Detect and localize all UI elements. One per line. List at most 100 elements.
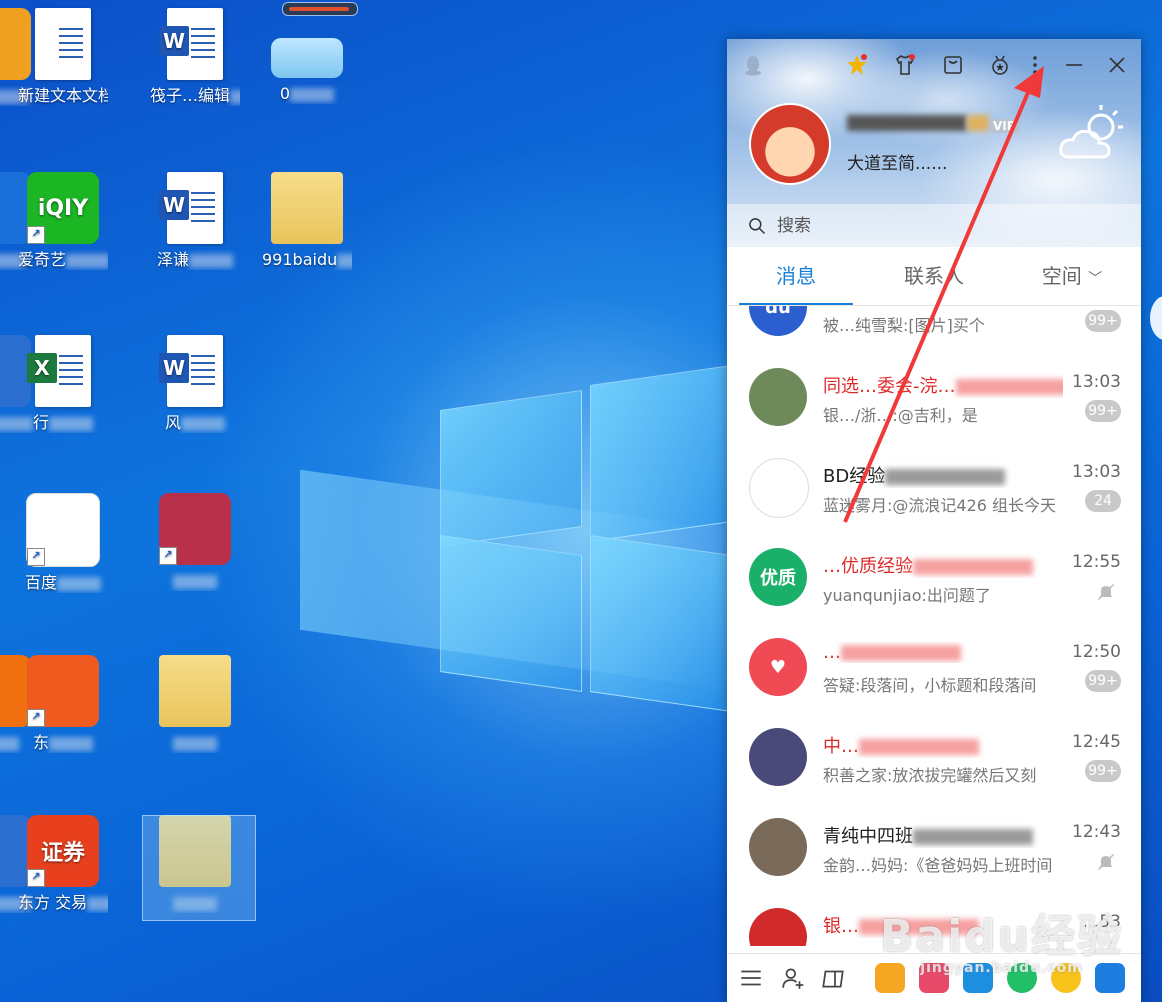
conversation-time: 12:50 bbox=[1072, 642, 1121, 662]
conversation-row[interactable]: 中… 12:45 积善之家:放浓拔完罐然后又刻 99+ bbox=[727, 716, 1141, 806]
conversation-row[interactable]: ♥ … 12:50 答疑:段落间，小标题和段落间 99+ bbox=[727, 626, 1141, 716]
conversation-row[interactable]: 青纯中四班 12:43 金韵…妈妈:《爸爸妈妈上班时间 bbox=[727, 806, 1141, 896]
user-avatar[interactable] bbox=[749, 103, 831, 185]
conversation-row[interactable]: BD经验 13:03 蓝迷雾月:@流浪记426 组长今天 24 bbox=[727, 446, 1141, 536]
desktop-icon-label: 行 bbox=[18, 413, 108, 433]
desktop-icon-dongfang[interactable]: ↗ 东 bbox=[18, 655, 108, 753]
desktop-icon-word-doc-2[interactable]: W 泽谦 bbox=[150, 172, 240, 270]
app-box-icon[interactable] bbox=[817, 960, 853, 996]
conversation-row[interactable]: 同选…委会-浣… 13:03 银…/浙…:@吉利，是 99+ bbox=[727, 356, 1141, 446]
search-icon bbox=[749, 217, 766, 234]
wallet-icon[interactable] bbox=[938, 51, 968, 79]
desktop-icon-baidu-netdisk[interactable]: ↗ 百度 bbox=[18, 493, 108, 593]
conversation-time: 12:43 bbox=[1072, 822, 1121, 842]
more-vertical-icon[interactable] bbox=[1023, 51, 1047, 79]
desktop-icon-word-doc-1[interactable]: W 筏子…编辑 bbox=[150, 8, 240, 106]
desktop-icon-image-file[interactable]: 0 bbox=[262, 8, 352, 104]
conversation-preview: 被…纯雪梨:[图片]买个 bbox=[823, 316, 985, 335]
close-icon[interactable] bbox=[1102, 51, 1132, 79]
muted-bell-icon bbox=[1095, 582, 1117, 602]
desktop-icon-label: 筏子…编辑 bbox=[150, 86, 240, 106]
unread-badge: 99+ bbox=[1085, 670, 1121, 692]
search-input[interactable] bbox=[775, 214, 1079, 237]
unread-badge: 24 bbox=[1085, 490, 1121, 512]
unread-badge: 99+ bbox=[1085, 760, 1121, 782]
user-nickname bbox=[847, 109, 989, 133]
conversation-avatar bbox=[749, 368, 807, 426]
new-text-doc-icon bbox=[35, 8, 91, 80]
conversation-time: 12:45 bbox=[1072, 732, 1121, 752]
user-signature[interactable]: 大道至简...... bbox=[847, 149, 947, 174]
conversation-time: 13:03 bbox=[1072, 462, 1121, 482]
desktop-icon-folder-baidu[interactable]: 991baidu bbox=[262, 172, 352, 270]
unread-badge: 99+ bbox=[1085, 310, 1121, 332]
conversation-avatar: 优质 bbox=[749, 548, 807, 606]
iqiyi-icon: iQIY ↗ bbox=[27, 172, 99, 244]
add-friend-icon[interactable] bbox=[775, 960, 811, 996]
qq-header: VIP 大道至简...... bbox=[727, 39, 1141, 247]
folder-2-icon bbox=[159, 655, 231, 727]
conversation-preview: yuanqunjiao:出问题了 bbox=[823, 586, 991, 605]
desktop-icon-label: 爱奇艺 bbox=[18, 250, 108, 270]
desktop-icon-new-text-doc[interactable]: 新建文本文档 (2) bbox=[18, 8, 108, 106]
desktop-icon-word-doc-3[interactable]: W风 bbox=[150, 335, 240, 433]
desktop-icon-label: 新建文本文档 (2) bbox=[18, 86, 108, 106]
conversation-name: …优质经验 bbox=[823, 552, 1063, 578]
tab-messages[interactable]: 消息 bbox=[727, 247, 865, 305]
word-doc-1-icon: W bbox=[159, 8, 223, 80]
desktop-icon-label: 风 bbox=[150, 413, 240, 433]
folder-baidu-icon bbox=[271, 172, 343, 244]
side-floating-bubble bbox=[1150, 296, 1162, 340]
tab-contacts[interactable]: 联系人 bbox=[865, 247, 1003, 305]
conversation-preview: 积善之家:放浓拔完罐然后又刻 bbox=[823, 766, 1037, 785]
conversation-time: 13:03 bbox=[1072, 372, 1121, 392]
desktop-icon-winrar[interactable]: ↗ bbox=[150, 493, 240, 591]
conversation-avatar bbox=[749, 458, 809, 518]
conversation-avatar bbox=[749, 908, 807, 946]
conversation-preview: 银…/浙…:@吉利，是 bbox=[823, 406, 978, 425]
tab-qzone[interactable]: 空间 ﹀ bbox=[1003, 247, 1141, 305]
desktop-icon-label: 991baidu bbox=[262, 250, 352, 270]
desktop-icon-label: 百度 bbox=[18, 573, 108, 593]
minimize-icon[interactable] bbox=[1059, 51, 1089, 79]
hamburger-icon[interactable] bbox=[733, 960, 769, 996]
winrar-icon: ↗ bbox=[159, 493, 231, 565]
conversation-row[interactable]: du 被…纯雪梨:[图片]买个 99+ bbox=[727, 306, 1141, 356]
excel-doc-icon: X bbox=[27, 335, 91, 407]
word-doc-2-icon: W bbox=[159, 172, 223, 244]
chevron-down-icon: ﹀ bbox=[1088, 271, 1103, 287]
conversation-name: 青纯中四班 bbox=[823, 822, 1063, 848]
zone-badge-icon[interactable] bbox=[842, 51, 872, 79]
weather-icon[interactable] bbox=[1055, 101, 1129, 167]
qq-tabs: 消息 联系人 空间 ﹀ bbox=[727, 247, 1141, 306]
desktop-icon-label: 泽谦 bbox=[150, 250, 240, 270]
qq-main-panel: VIP 大道至简...... 消息 联系人 空间 ﹀ du 被…纯雪梨:[图片]买… bbox=[727, 39, 1141, 1002]
conversation-time: 12:55 bbox=[1072, 552, 1121, 572]
conversation-avatar bbox=[749, 728, 807, 786]
conversation-name: … bbox=[823, 642, 1063, 663]
desktop-icon-excel-doc[interactable]: X行 bbox=[18, 335, 108, 433]
conversation-preview: 蓝迷雾月:@流浪记426 组长今天 bbox=[823, 496, 1057, 515]
shirt-icon[interactable] bbox=[890, 51, 920, 79]
dongfang-icon: ↗ bbox=[27, 655, 99, 727]
unread-badge: 99+ bbox=[1085, 400, 1121, 422]
muted-bell-icon bbox=[1095, 852, 1117, 872]
conversation-avatar: ♥ bbox=[749, 638, 807, 696]
search-bar[interactable] bbox=[727, 204, 1141, 247]
conversation-list[interactable]: du 被…纯雪梨:[图片]买个 99+ 同选…委会-浣… 13:03 银…/浙…:@吉利，… bbox=[727, 306, 1141, 946]
qq-penguin-icon bbox=[739, 51, 767, 79]
conversation-preview: 答疑:段落间，小标题和段落间 bbox=[823, 676, 1037, 695]
word-doc-3-icon: W bbox=[159, 335, 223, 407]
medal-icon[interactable] bbox=[985, 51, 1015, 79]
desktop-icon-label: 东 bbox=[18, 733, 108, 753]
conversation-row[interactable]: 优质 …优质经验 12:55 yuanqunjiao:出问题了 bbox=[727, 536, 1141, 626]
image-file-icon bbox=[271, 38, 343, 78]
desktop-icon-folder-2[interactable] bbox=[150, 655, 240, 753]
desktop-icon-zhengquan[interactable]: 证券 ↗ 东方 交易 bbox=[18, 815, 108, 913]
desktop-icon-label bbox=[150, 571, 240, 591]
zhengquan-icon: 证券 ↗ bbox=[27, 815, 99, 887]
desktop-icon-iqiyi[interactable]: iQIY ↗ 爱奇艺 bbox=[18, 172, 108, 270]
vip-badge: VIP bbox=[989, 119, 1020, 133]
conversation-avatar: du bbox=[749, 306, 807, 336]
baidu-watermark: Baidu经验 jingyan.baidu.com bbox=[880, 911, 1124, 976]
